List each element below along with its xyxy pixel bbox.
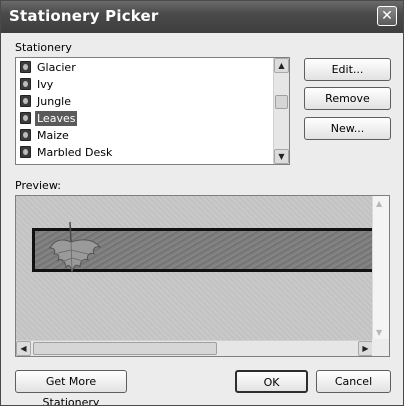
chevron-up-icon: ▲ xyxy=(376,199,383,208)
ok-button[interactable]: OK xyxy=(235,370,308,393)
chevron-left-icon: ◀ xyxy=(20,344,27,353)
scrollbar-corner xyxy=(372,339,389,356)
close-button[interactable]: ✕ xyxy=(377,6,397,26)
dialog-title: Stationery Picker xyxy=(9,7,159,25)
list-item-marbled-desk[interactable]: Marbled Desk xyxy=(20,145,114,161)
list-vertical-scrollbar[interactable]: ▲ ▼ xyxy=(273,58,289,164)
stationery-icon xyxy=(20,146,31,158)
preview-scroll-thumb[interactable] xyxy=(33,342,217,355)
stationery-preview: ▲ ▼ ◀ ▶ xyxy=(15,195,390,357)
list-item-ivy[interactable]: Ivy xyxy=(20,77,55,93)
list-item-glacier[interactable]: Glacier xyxy=(20,60,78,76)
scroll-right-button[interactable]: ▶ xyxy=(358,341,373,356)
scroll-left-button[interactable]: ◀ xyxy=(16,341,31,356)
chevron-right-icon: ▶ xyxy=(362,344,369,353)
list-item-label: Maize xyxy=(37,129,69,142)
list-item-label: Jungle xyxy=(37,95,71,108)
list-item-leaves[interactable]: Leaves xyxy=(20,111,78,127)
list-item-label: Marbled Desk xyxy=(37,146,113,159)
preview-vertical-scrollbar[interactable]: ▲ ▼ xyxy=(372,196,389,340)
scroll-up-button[interactable]: ▲ xyxy=(274,58,289,73)
stationery-icon xyxy=(20,61,31,73)
preview-scroll-up-button[interactable]: ▲ xyxy=(376,199,382,208)
stationery-label: Stationery xyxy=(15,41,72,54)
preview-horizontal-scrollbar[interactable]: ◀ ▶ xyxy=(16,340,373,356)
stationery-icon xyxy=(20,112,31,124)
list-item-label: Glacier xyxy=(37,61,76,74)
remove-button[interactable]: Remove xyxy=(304,87,391,110)
preview-scroll-down-button[interactable]: ▼ xyxy=(376,328,382,337)
chevron-down-icon: ▼ xyxy=(376,328,383,337)
list-scroll-thumb[interactable] xyxy=(275,95,288,109)
stationery-icon xyxy=(20,78,31,90)
stationery-icon xyxy=(20,95,31,107)
stationery-icon xyxy=(20,129,31,141)
leaf-icon xyxy=(49,221,102,273)
stationery-list[interactable]: Glacier Ivy Jungle Leaves Maize Marbled … xyxy=(15,57,290,165)
preview-canvas xyxy=(16,196,382,340)
scroll-down-button[interactable]: ▼ xyxy=(274,149,289,164)
get-more-stationery-button[interactable]: Get More Stationery xyxy=(15,370,127,405)
list-item-label: Ivy xyxy=(37,78,54,91)
new-button[interactable]: New... xyxy=(304,117,391,140)
list-item-label: Leaves xyxy=(35,111,78,126)
cancel-button[interactable]: Cancel xyxy=(316,370,391,393)
edit-button[interactable]: Edit... xyxy=(304,58,391,81)
list-item-jungle[interactable]: Jungle xyxy=(20,94,73,110)
stationery-picker-dialog: Stationery Picker ✕ Stationery Glacier I… xyxy=(0,0,404,406)
chevron-down-icon: ▼ xyxy=(278,152,285,161)
chevron-up-icon: ▲ xyxy=(278,61,285,70)
close-icon: ✕ xyxy=(381,8,393,24)
preview-label: Preview: xyxy=(15,179,61,192)
list-item-maize[interactable]: Maize xyxy=(20,128,71,144)
title-bar: Stationery Picker ✕ xyxy=(1,1,403,33)
